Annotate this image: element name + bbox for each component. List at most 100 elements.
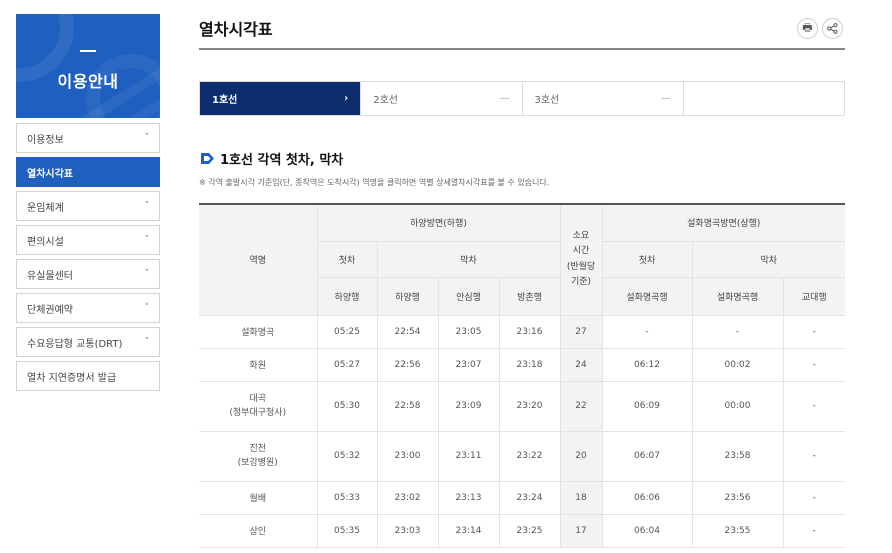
tab-empty — [684, 82, 844, 115]
time-cell: - — [692, 315, 784, 349]
page-title: 열차시각표 — [199, 20, 273, 39]
tab-line-2[interactable]: 2호선 — — [361, 82, 523, 115]
station-name: 설화명곡 — [241, 328, 275, 338]
chevron-down-icon: ˅ — [144, 269, 150, 279]
duration-cell: 17 — [560, 514, 603, 548]
header-sub: 방촌행 — [499, 277, 561, 316]
section-title-text: 1호선 각역 첫차, 막차 — [220, 153, 344, 168]
station-name-link[interactable]: 대곡 (정부대구청사) — [199, 381, 318, 432]
time-cell: 06:07 — [602, 431, 693, 482]
time-cell: 23:18 — [499, 348, 561, 382]
time-cell: - — [783, 348, 845, 382]
time-cell: 23:16 — [499, 315, 561, 349]
chevron-down-icon: ˅ — [144, 133, 150, 143]
time-cell: 06:06 — [602, 481, 693, 515]
station-name-link[interactable]: 화원 — [199, 348, 318, 382]
station-name-link[interactable]: 진천 (보강병원) — [199, 431, 318, 482]
line-tabs: 1호선 › 2호선 — 3호선 — — [199, 81, 845, 116]
sidebar-item-label: 열차시각표 — [27, 168, 73, 180]
chevron-down-icon: ˅ — [144, 201, 150, 211]
time-cell: 05:33 — [317, 481, 378, 515]
header-sub: 설화명곡행 — [692, 277, 784, 316]
time-cell: 23:22 — [499, 431, 561, 482]
tab-label: 1호선 — [212, 95, 238, 106]
header-up-group: 설화명곡방면(상행) — [602, 205, 845, 242]
header-first: 첫차 — [317, 241, 378, 278]
title-divider — [199, 48, 845, 50]
sidebar-item-label: 편의시설 — [27, 236, 64, 248]
sidebar-banner: 이용안내 — [16, 14, 160, 118]
table-row: 설화명곡 05:25 22:54 23:05 23:16 27- - - — [199, 315, 845, 349]
dash-icon: — — [660, 93, 671, 104]
header-sub: 하양행 — [317, 277, 378, 316]
sidebar-menu: 이용정보 ˅ 열차시각표 운임체계 ˅ 편의시설 ˅ 유실물센터 ˅ 단체권예약… — [16, 123, 160, 391]
station-name-link[interactable]: 상인 — [199, 514, 318, 548]
chevron-down-icon: ˅ — [144, 235, 150, 245]
header-last-up: 막차 — [692, 241, 845, 278]
time-cell: 23:11 — [438, 431, 500, 482]
time-cell: 00:02 — [692, 348, 784, 382]
table-row: 화원 05:27 22:56 23:07 23:18 24 06:12 00:02- — [199, 348, 845, 382]
time-cell: 05:25 — [317, 315, 378, 349]
time-cell: - — [783, 381, 845, 432]
time-cell: 05:35 — [317, 514, 378, 548]
sidebar-item-delay-certificate[interactable]: 열차 지연증명서 발급 — [16, 361, 160, 391]
header-last: 막차 — [377, 241, 561, 278]
share-icon — [827, 23, 838, 34]
time-cell: 06:04 — [602, 514, 693, 548]
banner-dash — [80, 50, 96, 52]
sidebar-title: 이용안내 — [57, 72, 119, 91]
sidebar-item-label: 이용정보 — [27, 134, 64, 146]
sidebar-item-usage-info[interactable]: 이용정보 ˅ — [16, 123, 160, 153]
dash-icon: — — [499, 93, 510, 104]
sidebar-item-fare[interactable]: 운임체계 ˅ — [16, 191, 160, 221]
sidebar: 이용안내 이용정보 ˅ 열차시각표 운임체계 ˅ 편의시설 ˅ 유실물센터 ˅ … — [16, 14, 160, 395]
sidebar-item-facilities[interactable]: 편의시설 ˅ — [16, 225, 160, 255]
table-row: 진천 (보강병원) 05:32 23:00 23:11 23:22 20 06:07 23:58… — [199, 431, 845, 482]
tab-line-3[interactable]: 3호선 — — [523, 82, 684, 115]
station-name: 상인 — [249, 527, 267, 537]
time-cell: 23:13 — [438, 481, 500, 515]
header-down-group: 하양방면(하행) — [317, 205, 561, 242]
time-cell: 22:58 — [377, 381, 439, 432]
sidebar-item-label: 유실물센터 — [27, 270, 73, 282]
section-bullet-icon — [201, 153, 214, 164]
header-sub: 안심행 — [438, 277, 500, 316]
time-cell: 23:09 — [438, 381, 500, 432]
time-cell: 23:56 — [692, 481, 784, 515]
share-button[interactable] — [822, 18, 843, 39]
header-sub: 설화명곡행 — [602, 277, 693, 316]
header-first-up: 첫차 — [602, 241, 693, 278]
tab-line-1[interactable]: 1호선 › — [200, 82, 362, 115]
time-cell: 22:56 — [377, 348, 439, 382]
sidebar-item-lost-found[interactable]: 유실물센터 ˅ — [16, 259, 160, 289]
sidebar-item-timetable[interactable]: 열차시각표 — [16, 157, 160, 187]
table-row: 대곡 (정부대구청사) 05:30 22:58 23:09 23:20 22 06:09 00:… — [199, 381, 845, 432]
time-cell: 23:24 — [499, 481, 561, 515]
duration-cell: 27 — [560, 315, 603, 349]
station-name-link[interactable]: 월배 — [199, 481, 318, 515]
time-cell: 05:30 — [317, 381, 378, 432]
time-cell: 22:54 — [377, 315, 439, 349]
header-duration: 소요 시간 (반월당 기준) — [560, 205, 603, 316]
chevron-down-icon: ˅ — [144, 337, 150, 347]
time-cell: - — [783, 481, 845, 515]
duration-cell: 18 — [560, 481, 603, 515]
station-name: 진천 — [249, 443, 267, 454]
time-cell: - — [783, 431, 845, 482]
table-row: 상인 05:35 23:03 23:14 23:25 17 06:04 23:55- — [199, 514, 845, 548]
header-sub: 하양행 — [377, 277, 439, 316]
timetable: 역명 하양방면(하행) 소요 시간 (반월당 기준) 설화명곡방면(상행) 첫차… — [199, 203, 845, 553]
sidebar-item-group-reservation[interactable]: 단체권예약 ˅ — [16, 293, 160, 323]
time-cell: 23:25 — [499, 514, 561, 548]
duration-cell: 24 — [560, 348, 603, 382]
station-name-link[interactable]: 설화명곡 — [199, 315, 318, 349]
sidebar-item-label: 운임체계 — [27, 202, 64, 214]
chevron-right-icon: › — [344, 93, 349, 104]
time-cell: 23:05 — [438, 315, 500, 349]
sidebar-item-drt[interactable]: 수요응답형 교통(DRT) ˅ — [16, 327, 160, 357]
chevron-down-icon: ˅ — [144, 303, 150, 313]
sidebar-item-label: 수요응답형 교통(DRT) — [27, 338, 123, 350]
time-cell: - — [602, 315, 693, 349]
print-button[interactable]: 🖶 — [797, 18, 818, 39]
